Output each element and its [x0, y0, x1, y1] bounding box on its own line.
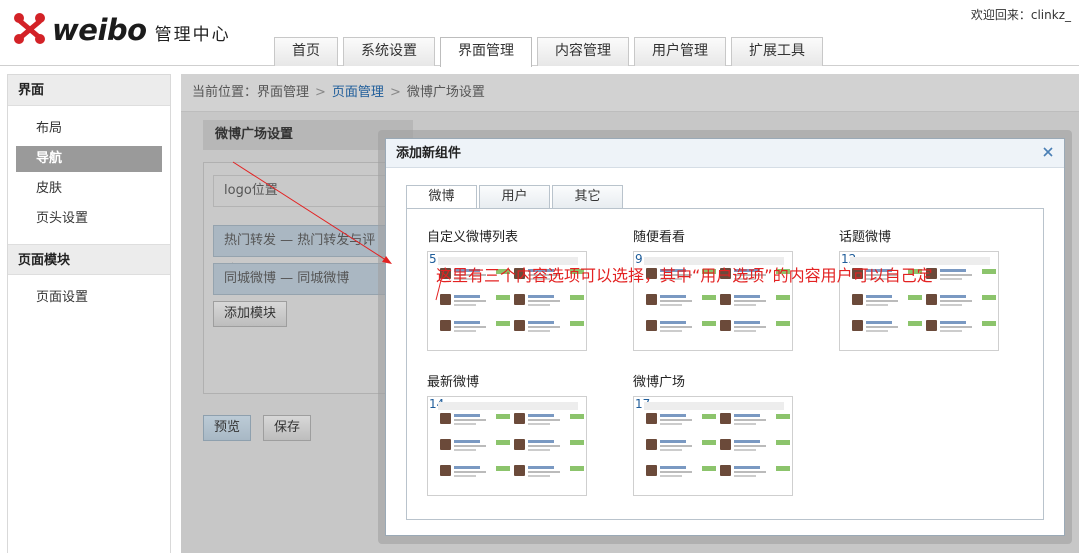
thumbnail-row: [440, 465, 512, 481]
thumbnail-row: [720, 413, 792, 429]
component-thumbnail: 14: [427, 396, 587, 496]
component-latest-weibo[interactable]: 最新微博 14: [427, 374, 587, 496]
thumbnail-row: [720, 294, 792, 310]
page: weibo 管理中心 欢迎回来：clinkz_ 首页 系统设置 界面管理 内容管…: [0, 0, 1079, 553]
top-header: weibo 管理中心 欢迎回来：clinkz_ 首页 系统设置 界面管理 内容管…: [0, 0, 1079, 67]
sidebar-item-page-settings[interactable]: 页面设置: [16, 285, 162, 311]
tab-interface-management[interactable]: 界面管理: [440, 37, 532, 67]
thumbnail-row: [646, 413, 718, 429]
logo-position-field[interactable]: logo位置: [213, 175, 389, 207]
save-button[interactable]: 保存: [263, 415, 312, 441]
main-nav-tabs: 首页 系统设置 界面管理 内容管理 用户管理 扩展工具: [274, 37, 828, 67]
thumbnail-row: [514, 294, 586, 310]
preview-button[interactable]: 预览: [203, 415, 252, 441]
module-item-local-weibo[interactable]: 同城微博 — 同城微博: [213, 263, 389, 295]
thumbnail-row: [852, 320, 924, 336]
dialog-tabs: 微博 用户 其它: [406, 185, 625, 210]
dialog-title: 添加新组件: [386, 139, 1064, 168]
thumbnail-row: [514, 413, 586, 429]
weibo-logo-icon: [14, 12, 46, 46]
thumbnail-row: [646, 465, 718, 481]
sidebar-group-page-modules: 页面模块: [8, 244, 170, 275]
thumbnail-row: [440, 413, 512, 429]
sidebar-group-interface: 界面: [8, 75, 170, 106]
tab-content-management[interactable]: 内容管理: [537, 37, 629, 66]
module-item-hot-repost[interactable]: 热门转发 — 热门转发与评论: [213, 225, 389, 278]
breadcrumb-link-page-management[interactable]: 页面管理: [332, 85, 384, 100]
module-list-panel: logo位置 热门转发 — 热门转发与评论 同城微博 — 同城微博 添加模块: [203, 162, 389, 394]
thumbnail-row: [852, 294, 924, 310]
sidebar: 界面 布局 导航 皮肤 页头设置 页面模块 页面设置: [7, 74, 171, 553]
component-thumbnail: 17: [633, 396, 793, 496]
thumbnail-row: [440, 320, 512, 336]
thumbnail-row: [720, 465, 792, 481]
thumbnail-row: [646, 320, 718, 336]
tab-user-management[interactable]: 用户管理: [634, 37, 726, 66]
tab-system-settings[interactable]: 系统设置: [343, 37, 435, 66]
dialog-tab-user[interactable]: 用户: [479, 185, 550, 209]
thumbnail-row: [514, 465, 586, 481]
component-title: 最新微博: [427, 375, 480, 390]
thumbnail-row: [440, 294, 512, 310]
breadcrumb-current: 微博广场设置: [406, 85, 485, 100]
component-weibo-square[interactable]: 微博广场 17: [633, 374, 793, 496]
sidebar-item-header-settings[interactable]: 页头设置: [16, 206, 162, 232]
component-title: 自定义微博列表: [427, 230, 519, 245]
component-random-browse[interactable]: 随便看看 9: [633, 229, 793, 351]
thumbnail-row: [720, 439, 792, 455]
tab-home[interactable]: 首页: [274, 37, 338, 66]
thumbnail-row: [646, 439, 718, 455]
dialog-tab-other[interactable]: 其它: [552, 185, 623, 209]
add-component-dialog: 添加新组件 微博 用户 其它 自定义微博列表 5 随便看看 9 话题微博 12 …: [385, 138, 1065, 536]
tab-extension-tools[interactable]: 扩展工具: [731, 37, 823, 66]
sidebar-item-skin[interactable]: 皮肤: [16, 176, 162, 202]
add-module-button[interactable]: 添加模块: [213, 301, 288, 327]
annotation-text: 这里有三个内容选项可以选择，其中“用户选项”的内容用户可以自己定: [436, 266, 933, 285]
sidebar-item-navigation[interactable]: 导航: [16, 146, 162, 172]
breadcrumb-separator-icon: >: [315, 85, 326, 100]
thumbnail-row: [646, 294, 718, 310]
component-title: 随便看看: [633, 230, 686, 245]
dialog-tab-weibo[interactable]: 微博: [406, 185, 477, 210]
component-title: 微博广场: [633, 375, 686, 390]
thumbnail-row: [926, 294, 998, 310]
thumbnail-row: [926, 320, 998, 336]
thumbnail-row: [514, 320, 586, 336]
weibo-logo[interactable]: weibo 管理中心: [14, 12, 231, 46]
breadcrumb-prefix: 当前位置：界面管理: [192, 85, 310, 100]
logo-subtitle: 管理中心: [154, 25, 231, 45]
breadcrumb-separator-icon: >: [389, 85, 401, 100]
close-icon[interactable]: [1041, 145, 1055, 159]
thumbnail-row: [720, 320, 792, 336]
thumbnail-row: [926, 268, 998, 284]
thumbnail-row: [514, 439, 586, 455]
component-topic-weibo[interactable]: 话题微博 12: [839, 229, 999, 351]
component-custom-weibo-list[interactable]: 自定义微博列表 5: [427, 229, 587, 351]
logo-word: weibo: [52, 13, 147, 47]
dialog-tab-content: 自定义微博列表 5 随便看看 9 话题微博 12 最新微博 14 微博广场 17: [406, 208, 1044, 520]
breadcrumb: 当前位置：界面管理 > 页面管理 > 微博广场设置: [181, 74, 1079, 112]
component-title: 话题微博: [839, 230, 892, 245]
sidebar-item-layout[interactable]: 布局: [16, 116, 162, 142]
welcome-text: 欢迎回来：clinkz_: [970, 8, 1071, 22]
thumbnail-row: [440, 439, 512, 455]
